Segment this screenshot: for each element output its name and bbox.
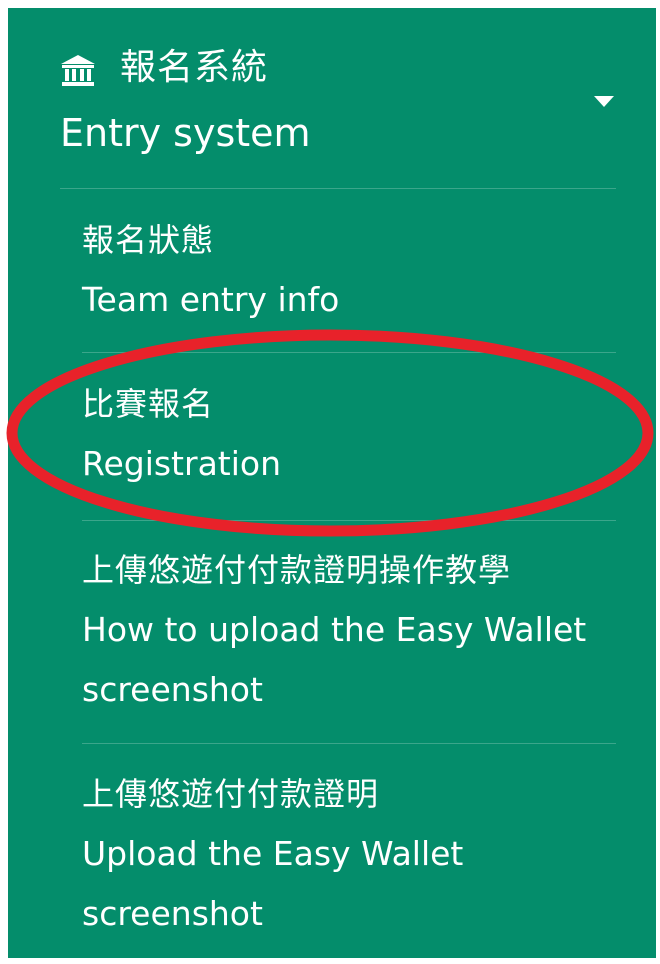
menu-item-label-zh: 上傳悠遊付付款證明操作教學	[82, 551, 512, 589]
menu-item-label-en: Team entry info	[82, 280, 340, 319]
menu-item-upload-easy-wallet[interactable]: 上傳悠遊付付款證明 Upload the Easy Wallet screens…	[60, 764, 640, 944]
menu-item-label-zh: 比賽報名	[82, 385, 215, 423]
menu-item-label-en: Upload the Easy Wallet screenshot	[82, 834, 464, 933]
menu-item-registration[interactable]: 比賽報名 Registration	[60, 374, 640, 494]
menu-title-zh: 報名系統	[120, 47, 269, 88]
menu-item-label-zh: 報名狀態	[82, 221, 215, 259]
menu-item-easy-wallet-tutorial[interactable]: 上傳悠遊付付款證明操作教學 How to upload the Easy Wal…	[60, 540, 640, 720]
header-divider	[60, 188, 616, 189]
bank-icon	[61, 55, 95, 86]
menu-item-label-en: How to upload the Easy Wallet screenshot	[82, 610, 587, 709]
menu-divider	[82, 352, 616, 353]
sidebar-menu: 報名系統 Entry system 報名狀態 Team entry info 比…	[8, 8, 656, 958]
menu-title-en: Entry system	[60, 111, 311, 155]
entry-system-toggle[interactable]: 報名系統 Entry system	[8, 8, 656, 188]
menu-divider	[82, 743, 616, 744]
caret-down-icon[interactable]	[594, 96, 614, 108]
menu-item-label-zh: 上傳悠遊付付款證明	[82, 775, 380, 813]
menu-divider	[82, 520, 616, 521]
menu-item-team-entry-info[interactable]: 報名狀態 Team entry info	[60, 210, 640, 330]
menu-item-label-en: Registration	[82, 444, 281, 483]
